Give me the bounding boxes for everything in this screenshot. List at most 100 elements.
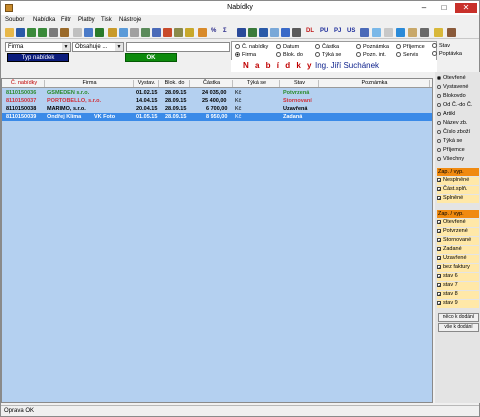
radio-tyka-se[interactable]: Týká se [315, 52, 341, 58]
radio-stav[interactable]: Stav [432, 43, 450, 49]
partial-delivery-button[interactable]: něco k dodání [438, 313, 479, 322]
col-poznamka[interactable]: Poznámka [320, 80, 430, 87]
check-nesplnene[interactable]: ✓ Nesplněné [437, 177, 479, 185]
radio-prijemce[interactable]: Příjemce [396, 44, 425, 50]
lock-icon[interactable] [292, 28, 301, 37]
window-icon[interactable] [270, 28, 279, 37]
info-icon[interactable] [372, 28, 381, 37]
check-zadane[interactable]: ✓ Zadané [437, 246, 479, 254]
col-tyka[interactable]: Týká se [234, 80, 280, 87]
check-stav6[interactable]: ✓ stav 6 [437, 273, 479, 281]
check-stav9[interactable]: ✓ stav 9 [437, 300, 479, 308]
check-stornovane[interactable]: ✓ Stornované [437, 237, 479, 245]
link-icon[interactable] [174, 28, 183, 37]
offer-types-button[interactable]: Typ nabídek [7, 53, 69, 62]
option-blokovdo[interactable]: Blokovdo [437, 93, 466, 99]
col-firma[interactable]: Firma [46, 80, 134, 87]
key-icon[interactable] [434, 28, 443, 37]
radio-datum[interactable]: Datum [276, 44, 299, 50]
menu-filtr[interactable]: Filtr [61, 17, 71, 23]
table-row[interactable]: 8110150036 GSMEDEN s.r.o. 01.02.15 28.09… [2, 89, 432, 97]
list-icon[interactable] [248, 28, 257, 37]
col-blok[interactable]: Blok. do [160, 80, 190, 87]
search-value-input[interactable] [126, 42, 230, 52]
mail-icon[interactable] [420, 28, 429, 37]
table-row[interactable]: 8110150038 MARIMO, s.r.o. 20.04.15 28.09… [2, 105, 432, 113]
filter-icon[interactable] [84, 28, 93, 37]
copy-icon[interactable] [119, 28, 128, 37]
radio-cislo[interactable]: Č. nabídky [235, 44, 268, 50]
sheet-icon[interactable] [95, 28, 104, 37]
option-nazev[interactable]: Název zb. [437, 120, 467, 126]
us-button[interactable]: US [347, 28, 355, 34]
document-icon[interactable] [49, 28, 58, 37]
radio-poznamka[interactable]: Poznámka [356, 44, 389, 50]
radio-servis[interactable]: Servis [396, 52, 418, 58]
import-icon[interactable] [152, 28, 161, 37]
col-castka[interactable]: Částka [191, 80, 233, 87]
col-stav[interactable]: Stav [281, 80, 319, 87]
maximize-button[interactable]: □ [435, 3, 453, 13]
option-cislo-zbozi[interactable]: Číslo zboží [437, 129, 470, 135]
settings-icon[interactable] [384, 28, 393, 37]
pu-button[interactable]: PU [320, 28, 328, 34]
radio-pozn-int[interactable]: Pozn. int. [356, 52, 386, 58]
percent-button[interactable]: % [211, 28, 216, 34]
delete-icon[interactable] [163, 28, 172, 37]
table-row[interactable]: 8110150037 PORTOBELLO, s.r.o. 14.04.15 2… [2, 97, 432, 105]
dl-button[interactable]: DL [306, 28, 314, 34]
group1-toggle[interactable]: Zap. / vyp. [437, 168, 479, 176]
option-vsechny[interactable]: Všechny [437, 156, 464, 162]
table-icon[interactable] [38, 28, 47, 37]
chevron-down-icon[interactable]: ▼ [115, 43, 123, 51]
check-potvrzene[interactable]: ✓ Potvrzené [437, 228, 479, 236]
grid-icon[interactable] [27, 28, 36, 37]
offers-table[interactable]: Č. nabídky Firma Vystav. Blok. do Částka… [1, 78, 433, 403]
note-icon[interactable] [130, 28, 139, 37]
help-icon[interactable] [360, 28, 369, 37]
menu-nastroje[interactable]: Nástroje [119, 17, 141, 23]
menu-tisk[interactable]: Tisk [101, 17, 112, 23]
check-bez-faktury[interactable]: ✓ bez faktury [437, 264, 479, 272]
ok-button[interactable]: OK [125, 53, 177, 62]
option-otevrene[interactable]: Otevřené [437, 75, 466, 81]
operator-select[interactable]: Obsahuje ... ▼ [72, 42, 124, 52]
chart-icon[interactable] [259, 28, 268, 37]
tag-icon[interactable] [198, 28, 207, 37]
check-cast-spln[interactable]: ✓ Část.splň. [437, 186, 479, 194]
option-tyka-se[interactable]: Týká se [437, 138, 462, 144]
option-prijemce[interactable]: Příjemce [437, 147, 465, 153]
export-icon[interactable] [141, 28, 150, 37]
exit-icon[interactable] [447, 28, 456, 37]
chevron-down-icon[interactable]: ▼ [62, 43, 70, 51]
check-stav8[interactable]: ✓ stav 8 [437, 291, 479, 299]
menu-nabidka[interactable]: Nabídka [33, 17, 55, 23]
field-select[interactable]: Firma ▼ [5, 42, 71, 52]
radio-firma[interactable]: Firma [235, 52, 256, 58]
users-icon[interactable] [281, 28, 290, 37]
radio-poptavka[interactable]: Poptávka [432, 51, 462, 57]
folder-icon[interactable] [108, 28, 117, 37]
menu-platby[interactable]: Platby [78, 17, 95, 23]
check-splnene[interactable]: ✓ Splněné [437, 195, 479, 203]
pj-button[interactable]: PJ [334, 28, 341, 34]
calendar-icon[interactable] [73, 28, 82, 37]
refresh-icon[interactable] [396, 28, 405, 37]
check-uzavrene[interactable]: ✓ Uzavřené [437, 255, 479, 263]
minimize-button[interactable]: – [415, 3, 433, 13]
sum-button[interactable]: Σ [223, 28, 227, 34]
all-delivery-button[interactable]: vše k dodání [438, 323, 479, 332]
menu-soubor[interactable]: Soubor [5, 17, 24, 23]
print-icon[interactable] [408, 28, 417, 37]
col-vystav[interactable]: Vystav. [135, 80, 159, 87]
table-row-selected[interactable]: 8110150039 Ondřej Klíma VK Foto 01.05.15… [2, 113, 432, 121]
check-stav7[interactable]: ✓ stav 7 [437, 282, 479, 290]
open-icon[interactable] [5, 28, 14, 37]
check-otevrene[interactable]: ✓ Otevřené [437, 219, 479, 227]
col-cislo[interactable]: Č. nabídky [4, 80, 45, 87]
save-icon[interactable] [16, 28, 25, 37]
group2-toggle[interactable]: Zap. / vyp. [437, 210, 479, 218]
edit-icon[interactable] [60, 28, 69, 37]
radio-blok-do[interactable]: Blok. do [276, 52, 303, 58]
calc-icon[interactable] [237, 28, 246, 37]
